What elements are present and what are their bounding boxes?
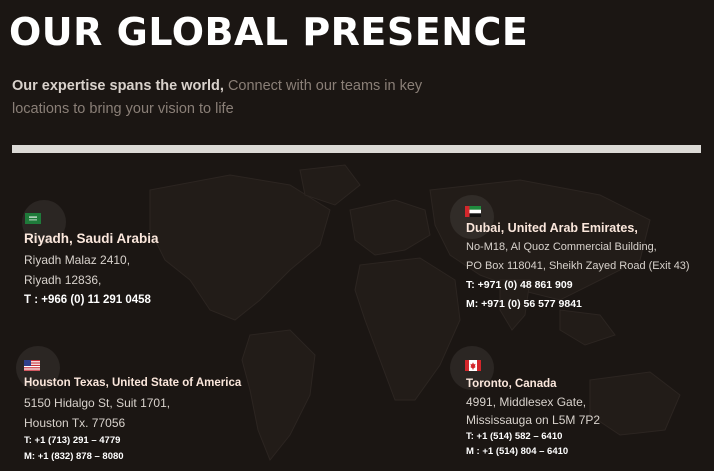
office-mobile-link[interactable]: M : +1 (514) 804 – 6410 bbox=[466, 444, 600, 459]
uae-flag-icon bbox=[465, 206, 481, 217]
office-phone-link[interactable]: T: +1 (514) 582 – 6410 bbox=[466, 429, 600, 444]
office-phone-link[interactable]: T: +971 (0) 48 861 909 bbox=[466, 276, 690, 295]
office-address-line: Riyadh Malaz 2410, bbox=[24, 253, 131, 267]
office-address-line: Houston Tx. 77056 bbox=[24, 416, 126, 430]
office-address-line: 5150 Hidalgo St, Suit 1701, bbox=[24, 396, 171, 410]
office-address-line: Mississauga on L5M 7P2 bbox=[466, 413, 601, 427]
office-name: Toronto, Canada bbox=[466, 378, 557, 390]
section-subtitle: Our expertise spans the world, Connect w… bbox=[12, 75, 462, 121]
office-toronto: Toronto, Canada 4991, Middlesex Gate, Mi… bbox=[466, 375, 600, 459]
canada-flag-icon bbox=[465, 360, 481, 371]
global-presence-section: OUR GLOBAL PRESENCE Our expertise spans … bbox=[0, 0, 714, 471]
office-dubai: Dubai, United Arab Emirates, No-M18, Al … bbox=[466, 219, 690, 314]
section-divider bbox=[12, 145, 701, 153]
office-address-line: PO Box 118041, Sheikh Zayed Road (Exit 4… bbox=[466, 260, 690, 272]
office-riyadh: Riyadh, Saudi Arabia Riyadh Malaz 2410, … bbox=[24, 229, 159, 310]
page-title: OUR GLOBAL PRESENCE bbox=[9, 10, 529, 54]
office-name: Houston Texas, United State of America bbox=[24, 377, 242, 389]
saudi-arabia-flag-icon bbox=[25, 213, 41, 224]
office-mobile-link[interactable]: M: +1 (832) 878 – 8080 bbox=[24, 449, 241, 465]
office-name: Riyadh, Saudi Arabia bbox=[24, 231, 159, 246]
office-phone-link[interactable]: T : +966 (0) 11 291 0458 bbox=[24, 290, 159, 310]
office-address-line: 4991, Middlesex Gate, bbox=[466, 395, 587, 409]
subtitle-lead: Our expertise spans the world, bbox=[12, 78, 224, 94]
usa-flag-icon bbox=[24, 360, 40, 371]
office-houston: Houston Texas, United State of America 5… bbox=[24, 374, 241, 465]
office-address-line: Riyadh 12836, bbox=[24, 273, 102, 287]
office-address-line: No-M18, Al Quoz Commercial Building, bbox=[466, 241, 657, 253]
office-name: Dubai, United Arab Emirates, bbox=[466, 221, 638, 235]
office-phone-link[interactable]: T: +1 (713) 291 – 4779 bbox=[24, 433, 241, 449]
office-mobile-link[interactable]: M: +971 (0) 56 577 9841 bbox=[466, 295, 690, 314]
